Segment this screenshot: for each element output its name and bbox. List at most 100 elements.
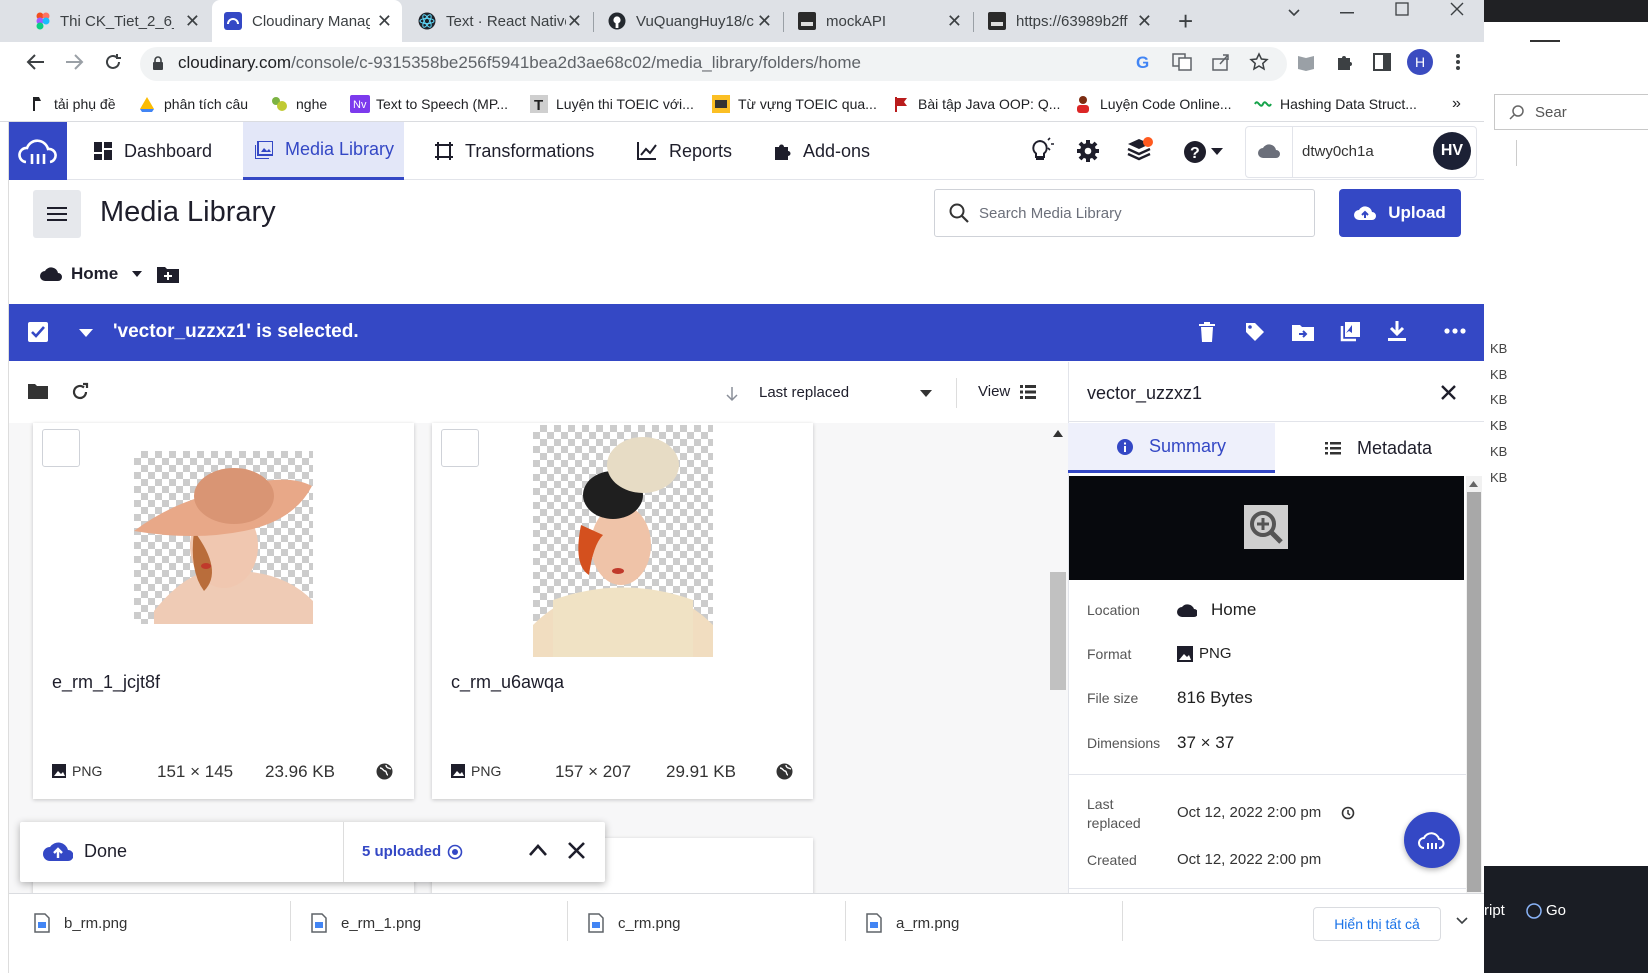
download-icon[interactable] — [1388, 321, 1406, 341]
cloudinary-logo[interactable] — [9, 122, 67, 180]
delete-trash-icon[interactable] — [1199, 322, 1215, 342]
close-tab-icon[interactable]: ✕ — [185, 11, 200, 32]
asset-checkbox[interactable] — [42, 429, 80, 467]
forward-arrow-icon[interactable] — [64, 53, 84, 71]
refresh-icon[interactable] — [70, 382, 90, 402]
close-tab-icon[interactable]: ✕ — [947, 11, 962, 32]
browser-tab-1[interactable]: Thi CK_Tiet_2_6_T ✕ — [24, 0, 210, 42]
browser-tab-5[interactable]: mockAPI ✕ — [786, 0, 972, 42]
sort-select[interactable]: Last replaced — [759, 384, 934, 401]
browser-tab-4[interactable]: VuQuangHuy18/c ✕ — [596, 0, 782, 42]
breadcrumb[interactable]: Home — [40, 264, 143, 284]
back-arrow-icon[interactable] — [26, 53, 46, 71]
bookmark-item[interactable]: nghe — [270, 92, 327, 116]
nav-dashboard[interactable]: Dashboard — [94, 122, 212, 180]
asset-name[interactable]: e_rm_1_jcjt8f — [52, 672, 160, 693]
new-tab-button[interactable]: + — [1178, 6, 1193, 37]
notifications-box-icon[interactable] — [1126, 136, 1154, 164]
search-input[interactable]: Search Media Library — [934, 189, 1315, 237]
browser-tab-3[interactable]: Text · React Native ✕ — [406, 0, 592, 42]
grid-scrollbar-thumb[interactable] — [1050, 572, 1066, 690]
show-all-downloads-button[interactable]: Hiển thị tất cả — [1313, 907, 1441, 941]
bookmark-item[interactable]: Bài tập Java OOP: Q... — [892, 92, 1060, 116]
download-item[interactable]: c_rm.png — [588, 913, 828, 933]
minimize-window-icon[interactable] — [1340, 12, 1354, 14]
new-folder-icon[interactable] — [157, 265, 179, 283]
location-value[interactable]: Home — [1177, 600, 1256, 620]
taskbar-go-item[interactable]: Go — [1526, 902, 1566, 919]
lightbulb-icon[interactable] — [1029, 137, 1055, 163]
google-icon[interactable]: G — [1136, 53, 1149, 73]
asset-checkbox[interactable] — [441, 429, 479, 467]
asset-card[interactable]: e_rm_1_jcjt8f PNG 151 × 145 23.96 KB — [33, 423, 414, 799]
close-panel-icon[interactable] — [1440, 384, 1457, 401]
browser-menu-icon[interactable] — [1455, 52, 1461, 72]
settings-gear-icon[interactable] — [1076, 139, 1100, 163]
asset-thumbnail[interactable] — [134, 451, 313, 624]
asset-card[interactable]: c_rm_u6awqa PNG 157 × 207 29.91 KB — [432, 423, 813, 799]
url-text[interactable]: cloudinary.com/console/c-9315358be256f59… — [178, 53, 861, 73]
browser-tab-6[interactable]: https://63989b2ff ✕ — [976, 0, 1162, 42]
history-icon[interactable] — [1341, 806, 1355, 820]
lock-icon[interactable] — [152, 55, 164, 71]
download-item[interactable]: b_rm.png — [34, 913, 274, 933]
help-chat-fab[interactable] — [1404, 812, 1460, 868]
close-tab-icon[interactable]: ✕ — [377, 11, 392, 32]
folder-view-icon[interactable] — [28, 383, 48, 399]
user-avatar[interactable]: HV — [1433, 132, 1471, 170]
upload-button[interactable]: Upload — [1339, 189, 1461, 237]
help-menu[interactable]: ? — [1183, 140, 1223, 164]
tab-summary[interactable]: Summary — [1068, 423, 1275, 473]
scroll-up-arrow-icon[interactable] — [1053, 430, 1063, 437]
extension-book-icon[interactable] — [1296, 53, 1316, 71]
download-item[interactable]: e_rm_1.png — [311, 913, 551, 933]
bookmark-item[interactable]: phân tích câu — [138, 92, 248, 116]
extensions-puzzle-icon[interactable] — [1335, 53, 1353, 71]
tag-icon[interactable] — [1245, 322, 1265, 342]
bookmark-item[interactable]: Nv Text to Speech (MP... — [350, 92, 508, 116]
browser-tab-2-active[interactable]: Cloudinary Manag ✕ — [212, 0, 402, 42]
sort-direction-arrow-icon[interactable] — [726, 386, 738, 402]
close-downloads-chevron-icon[interactable] — [1456, 917, 1468, 925]
asset-thumbnail[interactable] — [533, 425, 713, 657]
more-actions-icon[interactable] — [1444, 328, 1466, 334]
expand-chevron-up-icon[interactable] — [528, 843, 548, 857]
view-toggle[interactable]: View — [978, 383, 1037, 400]
nav-transformations[interactable]: Transformations — [435, 122, 594, 180]
close-tab-icon[interactable]: ✕ — [567, 11, 582, 32]
asset-name[interactable]: c_rm_u6awqa — [451, 672, 564, 693]
close-upload-widget-icon[interactable] — [567, 841, 586, 860]
share-icon[interactable] — [1211, 53, 1231, 71]
close-tab-icon[interactable]: ✕ — [757, 11, 772, 32]
download-item[interactable]: a_rm.png — [866, 913, 1106, 933]
bookmark-item[interactable]: T Luyện thi TOEIC với... — [530, 92, 694, 116]
reload-icon[interactable] — [103, 52, 123, 72]
collection-icon[interactable] — [1340, 322, 1360, 342]
bookmark-item[interactable]: Từ vựng TOEIC qua... — [712, 92, 877, 116]
nav-add-ons[interactable]: Add-ons — [773, 122, 870, 180]
bookmark-item[interactable]: tải phụ đề — [28, 92, 116, 116]
close-tab-icon[interactable]: ✕ — [1137, 11, 1152, 32]
selection-dropdown-caret-icon[interactable] — [79, 329, 93, 337]
close-window-icon[interactable] — [1450, 2, 1464, 16]
taskbar-label[interactable]: ript — [1484, 902, 1505, 919]
nav-media-library[interactable]: Media Library — [243, 122, 404, 180]
tab-metadata[interactable]: Metadata — [1275, 423, 1482, 473]
zoom-in-icon[interactable] — [1244, 505, 1288, 549]
profile-avatar[interactable]: H — [1407, 49, 1433, 75]
bookmarks-overflow-button[interactable]: » — [1452, 92, 1461, 116]
caret-down-icon[interactable] — [132, 271, 143, 277]
translate-icon[interactable] — [1172, 53, 1192, 71]
select-all-checkbox[interactable] — [28, 322, 48, 342]
bookmark-item[interactable]: Luyện Code Online... — [1074, 92, 1232, 116]
uploaded-count-link[interactable]: 5 uploaded — [362, 843, 463, 860]
menu-toggle-button[interactable] — [33, 190, 81, 238]
nav-reports[interactable]: Reports — [637, 122, 732, 180]
maximize-window-icon[interactable] — [1395, 2, 1409, 16]
background-search-box[interactable]: Sear — [1494, 94, 1648, 130]
tab-search-chevron-icon[interactable] — [1286, 4, 1302, 20]
bookmark-item[interactable]: Hashing Data Struct... — [1254, 92, 1417, 116]
move-to-folder-icon[interactable] — [1292, 323, 1314, 341]
side-panel-icon[interactable] — [1373, 53, 1391, 71]
panel-scrollbar-thumb[interactable] — [1467, 492, 1481, 892]
